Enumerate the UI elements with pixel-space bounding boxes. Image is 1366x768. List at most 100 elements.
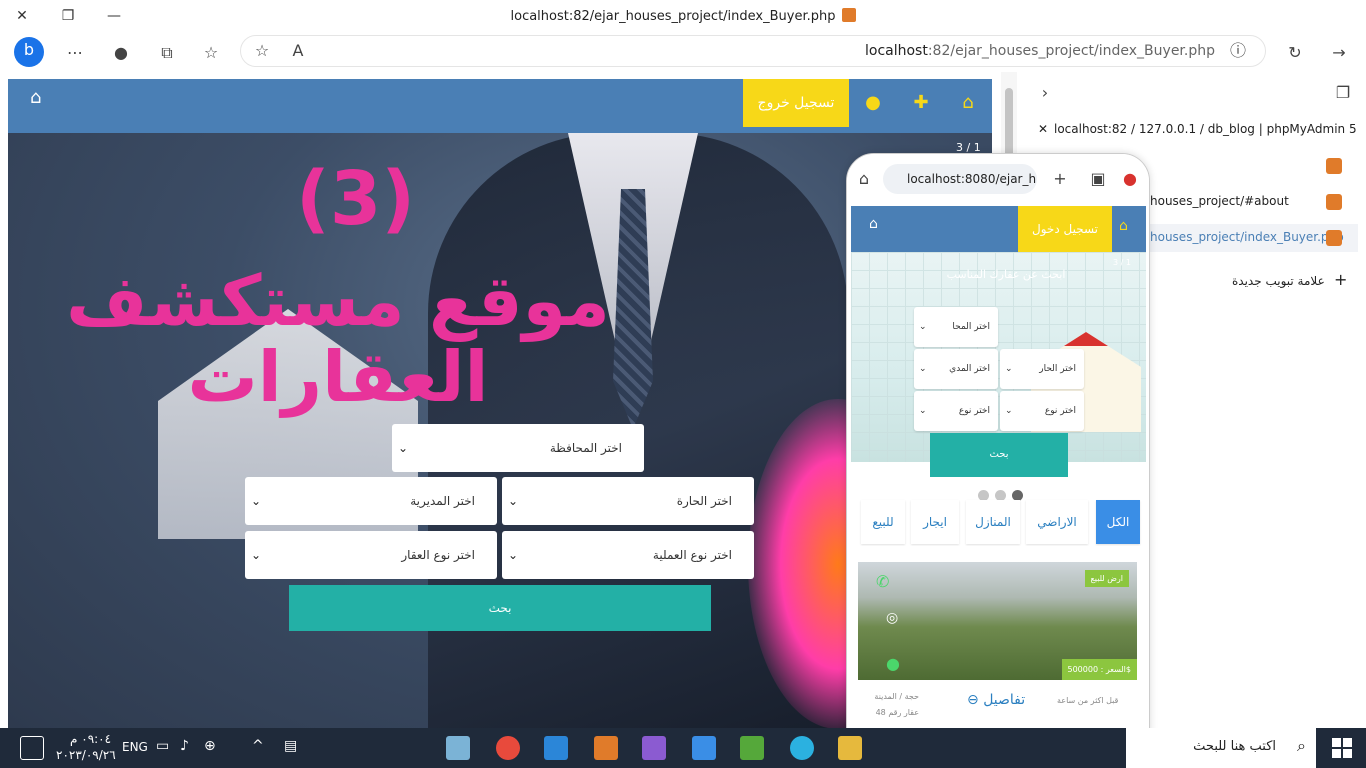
tab-houses[interactable]: المنازل bbox=[966, 500, 1020, 544]
logout-button[interactable]: تسجيل خروج bbox=[743, 79, 849, 127]
property-time: قبل اكثر من ساعة bbox=[1057, 696, 1119, 705]
overlay-title: موقع مستكشف العقارات bbox=[66, 260, 610, 418]
taskbar-search[interactable]: اكتب هنا للبحث ⌕ bbox=[1126, 728, 1316, 768]
tab-rent[interactable]: ايجار bbox=[911, 500, 959, 544]
chevron-down-icon: ⌄ bbox=[398, 441, 409, 455]
search-icon: ⌕ bbox=[1297, 736, 1306, 755]
site-logo-icon[interactable]: ⌂ bbox=[30, 87, 54, 111]
user-icon[interactable]: ● bbox=[863, 93, 883, 113]
site-logo-icon[interactable]: ⌂ bbox=[869, 216, 878, 232]
visual-studio-icon[interactable] bbox=[642, 736, 666, 760]
clock-date[interactable]: ٢٠٢٣/٠٩/٢٦ bbox=[56, 748, 116, 762]
volume-icon[interactable]: ♪ bbox=[180, 738, 189, 754]
type2-select[interactable]: اختر نوع ⌄ bbox=[914, 391, 998, 431]
chat-icon[interactable]: ● bbox=[886, 654, 900, 673]
search-button[interactable]: بحث bbox=[289, 585, 711, 631]
operation-select[interactable]: اختر نوع العملية ⌄ bbox=[502, 531, 754, 579]
tab-sale[interactable]: للبيع bbox=[861, 500, 905, 544]
phone-icon[interactable]: ✆ bbox=[876, 572, 889, 591]
more-icon[interactable]: ⋯ bbox=[62, 40, 88, 66]
home-icon[interactable]: ⌂ bbox=[851, 166, 877, 192]
home-icon[interactable]: ⌂ bbox=[1119, 218, 1128, 234]
tab-item-phpmyadmin[interactable]: ✕ localhost:82 / 127.0.0.1 / db_blog | p… bbox=[1026, 116, 1358, 144]
close-tab-icon[interactable]: ✕ bbox=[1038, 122, 1048, 136]
address-bar[interactable]: ☆ A localhost:82/ejar_houses_project/ind… bbox=[240, 35, 1266, 67]
chevron-down-icon: ⌄ bbox=[251, 494, 262, 508]
area-select[interactable]: اختر المحا ⌄ bbox=[914, 307, 998, 347]
directorate-select[interactable]: اختر المديرية ⌄ bbox=[245, 477, 497, 525]
mobile-preview: ⌂ localhost:8080/ejar_h + ▣ ● ⌂ تسجيل دخ… bbox=[846, 153, 1150, 768]
property-badge: ارض للبيع bbox=[1084, 570, 1129, 587]
keyboard-icon[interactable]: ▤ bbox=[284, 738, 297, 754]
forward-icon[interactable]: → bbox=[1326, 40, 1352, 66]
street-select-label: اختر الحارة bbox=[676, 494, 732, 508]
chevron-down-icon: ⌄ bbox=[508, 548, 519, 562]
arrow-left-icon: ⊖ bbox=[967, 692, 979, 708]
tabs-icon[interactable]: ▣ bbox=[1085, 166, 1111, 192]
battery-icon[interactable]: ▭ bbox=[156, 738, 169, 754]
property-card[interactable]: ارض للبيع السعر : 500000$ ✆ ◎ ● حجة / ال… bbox=[851, 546, 1146, 726]
login-button[interactable]: تسجيل دخول bbox=[1018, 206, 1112, 252]
mobile-url-field[interactable]: localhost:8080/ejar_h bbox=[883, 164, 1037, 194]
favorites-icon[interactable]: ☆ bbox=[198, 40, 224, 66]
details-link[interactable]: ⊖ تفاصيل bbox=[967, 692, 1025, 708]
profile-icon[interactable]: ● bbox=[108, 40, 134, 66]
property-type-select-label: اختر نوع العقار bbox=[401, 548, 475, 562]
chevron-up-icon[interactable]: ^ bbox=[252, 738, 264, 754]
street-select[interactable]: اختر الحار ⌄ bbox=[1000, 349, 1084, 389]
add-icon[interactable]: ✚ bbox=[911, 93, 931, 113]
window-title: localhost:82/ejar_houses_project/index_B… bbox=[0, 8, 1366, 24]
property-price: السعر : 500000$ bbox=[1061, 659, 1137, 680]
store-icon[interactable] bbox=[692, 736, 716, 760]
governorate-select-label: اختر المحافظة bbox=[549, 441, 622, 455]
filter-tabs: الكل الاراضي المنازل ايجار للبيع bbox=[851, 500, 1146, 546]
start-button[interactable] bbox=[1318, 728, 1366, 768]
info-icon[interactable]: ⓘ bbox=[1225, 38, 1251, 64]
xampp-icon[interactable] bbox=[594, 736, 618, 760]
app-icon-green[interactable] bbox=[740, 736, 764, 760]
notification-icon[interactable] bbox=[20, 736, 44, 760]
web-page: ⌂ تسجيل خروج ● ✚ ⌂ 3 / 1 (3) موقع مستكشف… bbox=[8, 79, 992, 728]
vscode-icon[interactable] bbox=[544, 736, 568, 760]
app-icon[interactable] bbox=[446, 736, 470, 760]
menu-icon[interactable]: ● bbox=[1117, 166, 1143, 192]
bing-icon[interactable]: b bbox=[14, 37, 44, 67]
type-select[interactable]: اختر نوع ⌄ bbox=[1000, 391, 1084, 431]
street-select-label: اختر الحار bbox=[1039, 364, 1076, 374]
type2-select-label: اختر نوع bbox=[958, 406, 990, 416]
property-photo: ارض للبيع السعر : 500000$ ✆ ◎ ● bbox=[858, 562, 1137, 680]
directorate-select[interactable]: اختر المدي ⌄ bbox=[914, 349, 998, 389]
governorate-select[interactable]: اختر المحافظة ⌄ bbox=[392, 424, 644, 472]
language-indicator[interactable]: ENG bbox=[122, 740, 148, 754]
tab-actions-icon[interactable]: ❐ bbox=[1330, 80, 1356, 106]
read-aloud-icon[interactable]: A bbox=[285, 38, 311, 64]
tab-all[interactable]: الكل bbox=[1096, 500, 1140, 544]
clock-time[interactable]: ٠٩:٠٤ م bbox=[70, 732, 111, 746]
tab-lands[interactable]: الاراضي bbox=[1026, 500, 1088, 544]
network-icon[interactable]: ⊕ bbox=[204, 738, 216, 754]
collections-icon[interactable]: ⧉ bbox=[154, 40, 180, 66]
add-favorite-icon[interactable]: ☆ bbox=[249, 38, 275, 64]
property-location: حجة / المدينة bbox=[874, 692, 919, 701]
chrome-icon[interactable] bbox=[496, 736, 520, 760]
new-tab-icon[interactable]: + bbox=[1047, 166, 1073, 192]
area-select-label: اختر المحا bbox=[952, 322, 990, 332]
property-number: عقار رقم 48 bbox=[875, 708, 919, 717]
edge-icon[interactable] bbox=[790, 736, 814, 760]
chevron-down-icon: ⌄ bbox=[1005, 364, 1013, 374]
mobile-hero: 3 / 1 ابحث عن عقارك المناسب bbox=[851, 252, 1146, 462]
home-icon[interactable]: ⌂ bbox=[958, 93, 978, 113]
refresh-icon[interactable]: ↻ bbox=[1282, 40, 1308, 66]
property-type-select[interactable]: اختر نوع العقار ⌄ bbox=[245, 531, 497, 579]
mobile-browser-bar: ⌂ localhost:8080/ejar_h + ▣ ● bbox=[847, 154, 1149, 202]
browser-toolbar: b ⋯ ● ⧉ ☆ ☆ A localhost:82/ejar_houses_p… bbox=[0, 32, 1366, 72]
xampp-icon bbox=[1326, 194, 1342, 210]
new-tab-label: علامة تبويب جديدة bbox=[1232, 274, 1325, 288]
whatsapp-icon[interactable]: ◎ bbox=[886, 610, 898, 626]
street-select[interactable]: اختر الحارة ⌄ bbox=[502, 477, 754, 525]
search-button[interactable]: بحث bbox=[930, 433, 1068, 477]
chevron-down-icon: ⌄ bbox=[508, 494, 519, 508]
details-label: تفاصيل bbox=[983, 692, 1026, 708]
chevron-right-icon[interactable]: › bbox=[1032, 80, 1058, 106]
file-explorer-icon[interactable] bbox=[838, 736, 862, 760]
